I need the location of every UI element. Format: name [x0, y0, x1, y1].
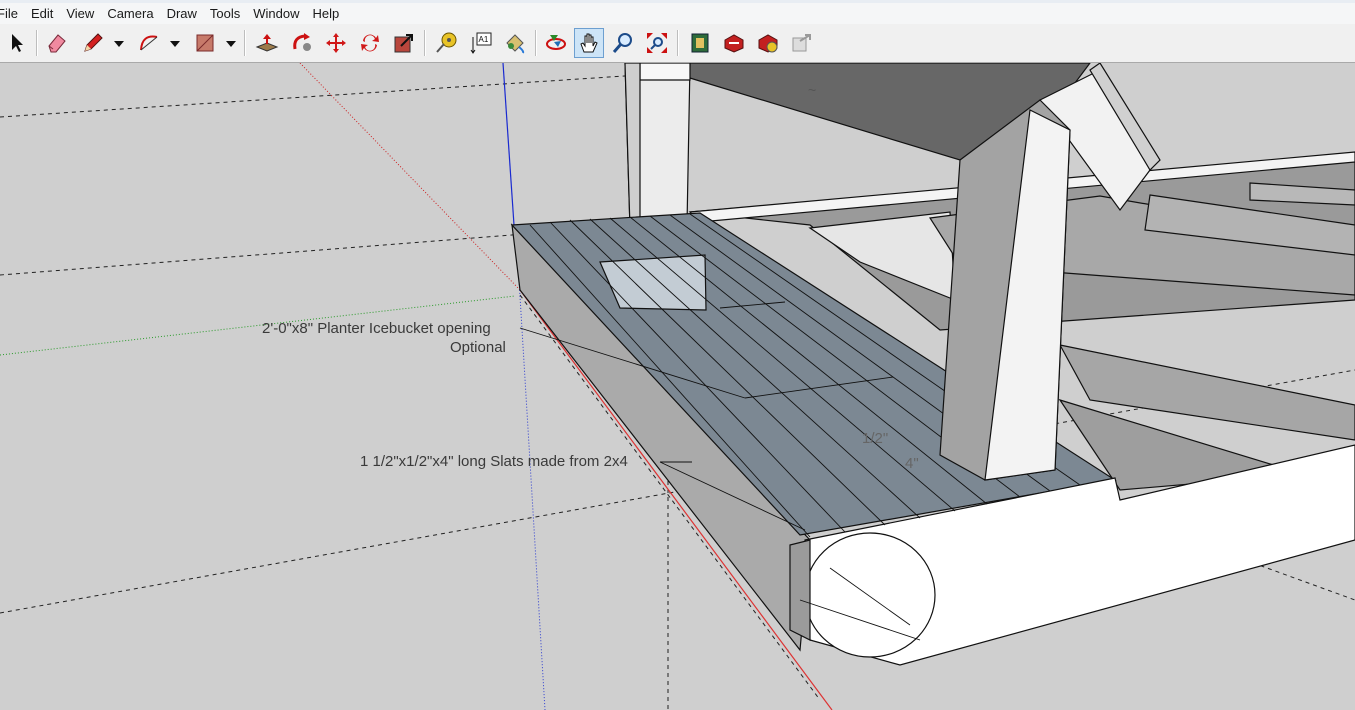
menu-edit[interactable]: Edit — [24, 3, 59, 24]
push-pull-tool-button[interactable] — [252, 28, 282, 58]
zoom-extents-icon — [647, 33, 667, 53]
svg-text:A1: A1 — [479, 35, 489, 44]
menu-bar: File Edit View Camera Draw Tools Window … — [0, 3, 1355, 24]
warehouse-tool-button[interactable] — [685, 28, 715, 58]
scale-tool-button[interactable] — [389, 28, 419, 58]
shape-tool-button[interactable] — [190, 28, 220, 58]
follow-me-icon — [293, 33, 311, 51]
arc-icon — [140, 35, 158, 51]
tilde-mark: ~ — [808, 82, 816, 98]
toolbar-separator — [36, 30, 38, 56]
toolbar-separator — [535, 30, 537, 56]
hand-icon — [580, 33, 598, 53]
toolbar-separator — [424, 30, 426, 56]
toolbar-separator — [244, 30, 246, 56]
follow-me-tool-button[interactable] — [287, 28, 317, 58]
menu-tools[interactable]: Tools — [203, 3, 246, 24]
share-model-icon — [724, 34, 744, 53]
magnifier-icon — [612, 33, 632, 53]
slats-annotation: 1 1/2"x1/2"x4" long Slats made from 2x4 — [360, 453, 628, 470]
move-arrows-icon — [326, 33, 346, 53]
arrow-cursor-icon — [12, 34, 23, 52]
share-model-tool-button[interactable] — [719, 28, 749, 58]
orbit-icon — [546, 35, 566, 50]
menu-file[interactable]: File — [0, 3, 24, 24]
rotate-tool-button[interactable] — [355, 28, 385, 58]
red-axis-dotted — [299, 63, 521, 291]
extension-warehouse-tool-button[interactable] — [753, 28, 783, 58]
menu-help[interactable]: Help — [306, 3, 346, 24]
extension-icon — [758, 34, 778, 53]
front-post — [624, 63, 691, 229]
scale-icon — [394, 34, 413, 53]
warehouse-icon — [691, 33, 709, 53]
arc-tool-button[interactable] — [134, 28, 164, 58]
arc-tool-dropdown[interactable] — [170, 41, 180, 47]
menu-draw[interactable]: Draw — [160, 3, 203, 24]
line-tool-button[interactable] — [78, 28, 108, 58]
tape-measure-tool-button[interactable] — [431, 28, 461, 58]
send-to-layout-tool-button[interactable] — [787, 28, 817, 58]
rectangle-icon — [196, 34, 214, 52]
push-pull-icon — [255, 34, 279, 52]
pan-tool-button[interactable] — [574, 28, 604, 58]
dimension-half-inch: 1/2" — [862, 430, 889, 447]
zoom-tool-button[interactable] — [608, 28, 638, 58]
planter-annotation-line1: 2'-0"x8" Planter Icebucket opening — [262, 320, 491, 337]
paint-bucket-icon — [506, 34, 525, 54]
move-tool-button[interactable] — [321, 28, 351, 58]
bench-3d-model[interactable]: ~ — [0, 63, 1355, 710]
text-a1-icon: A1 — [470, 32, 492, 54]
toolbar-separator — [677, 30, 679, 56]
select-tool-button[interactable] — [2, 28, 32, 58]
tape-measure-icon — [436, 32, 457, 53]
menu-view[interactable]: View — [59, 3, 100, 24]
planter-annotation-line2: Optional — [450, 339, 506, 356]
shape-tool-dropdown[interactable] — [226, 41, 236, 47]
orbit-tool-button[interactable] — [541, 28, 571, 58]
text-tool-button[interactable]: A1 — [466, 28, 496, 58]
dimension-four-inch: 4" — [905, 455, 919, 472]
eraser-icon — [48, 34, 66, 53]
large-tool-set-toolbar: A1 — [0, 24, 1355, 63]
zoom-extents-tool-button[interactable] — [642, 28, 672, 58]
blue-axis — [502, 63, 515, 226]
eraser-tool-button[interactable] — [42, 28, 72, 58]
menu-camera[interactable]: Camera — [100, 3, 159, 24]
rotate-icon — [361, 34, 379, 52]
layout-icon — [792, 34, 811, 52]
pencil-icon — [84, 33, 103, 52]
paint-bucket-tool-button[interactable] — [500, 28, 530, 58]
model-viewport[interactable]: ~ 2'-0"x8" Planter Icebucket opening Opt… — [0, 63, 1355, 710]
menu-window[interactable]: Window — [246, 3, 305, 24]
line-tool-dropdown[interactable] — [114, 41, 124, 47]
